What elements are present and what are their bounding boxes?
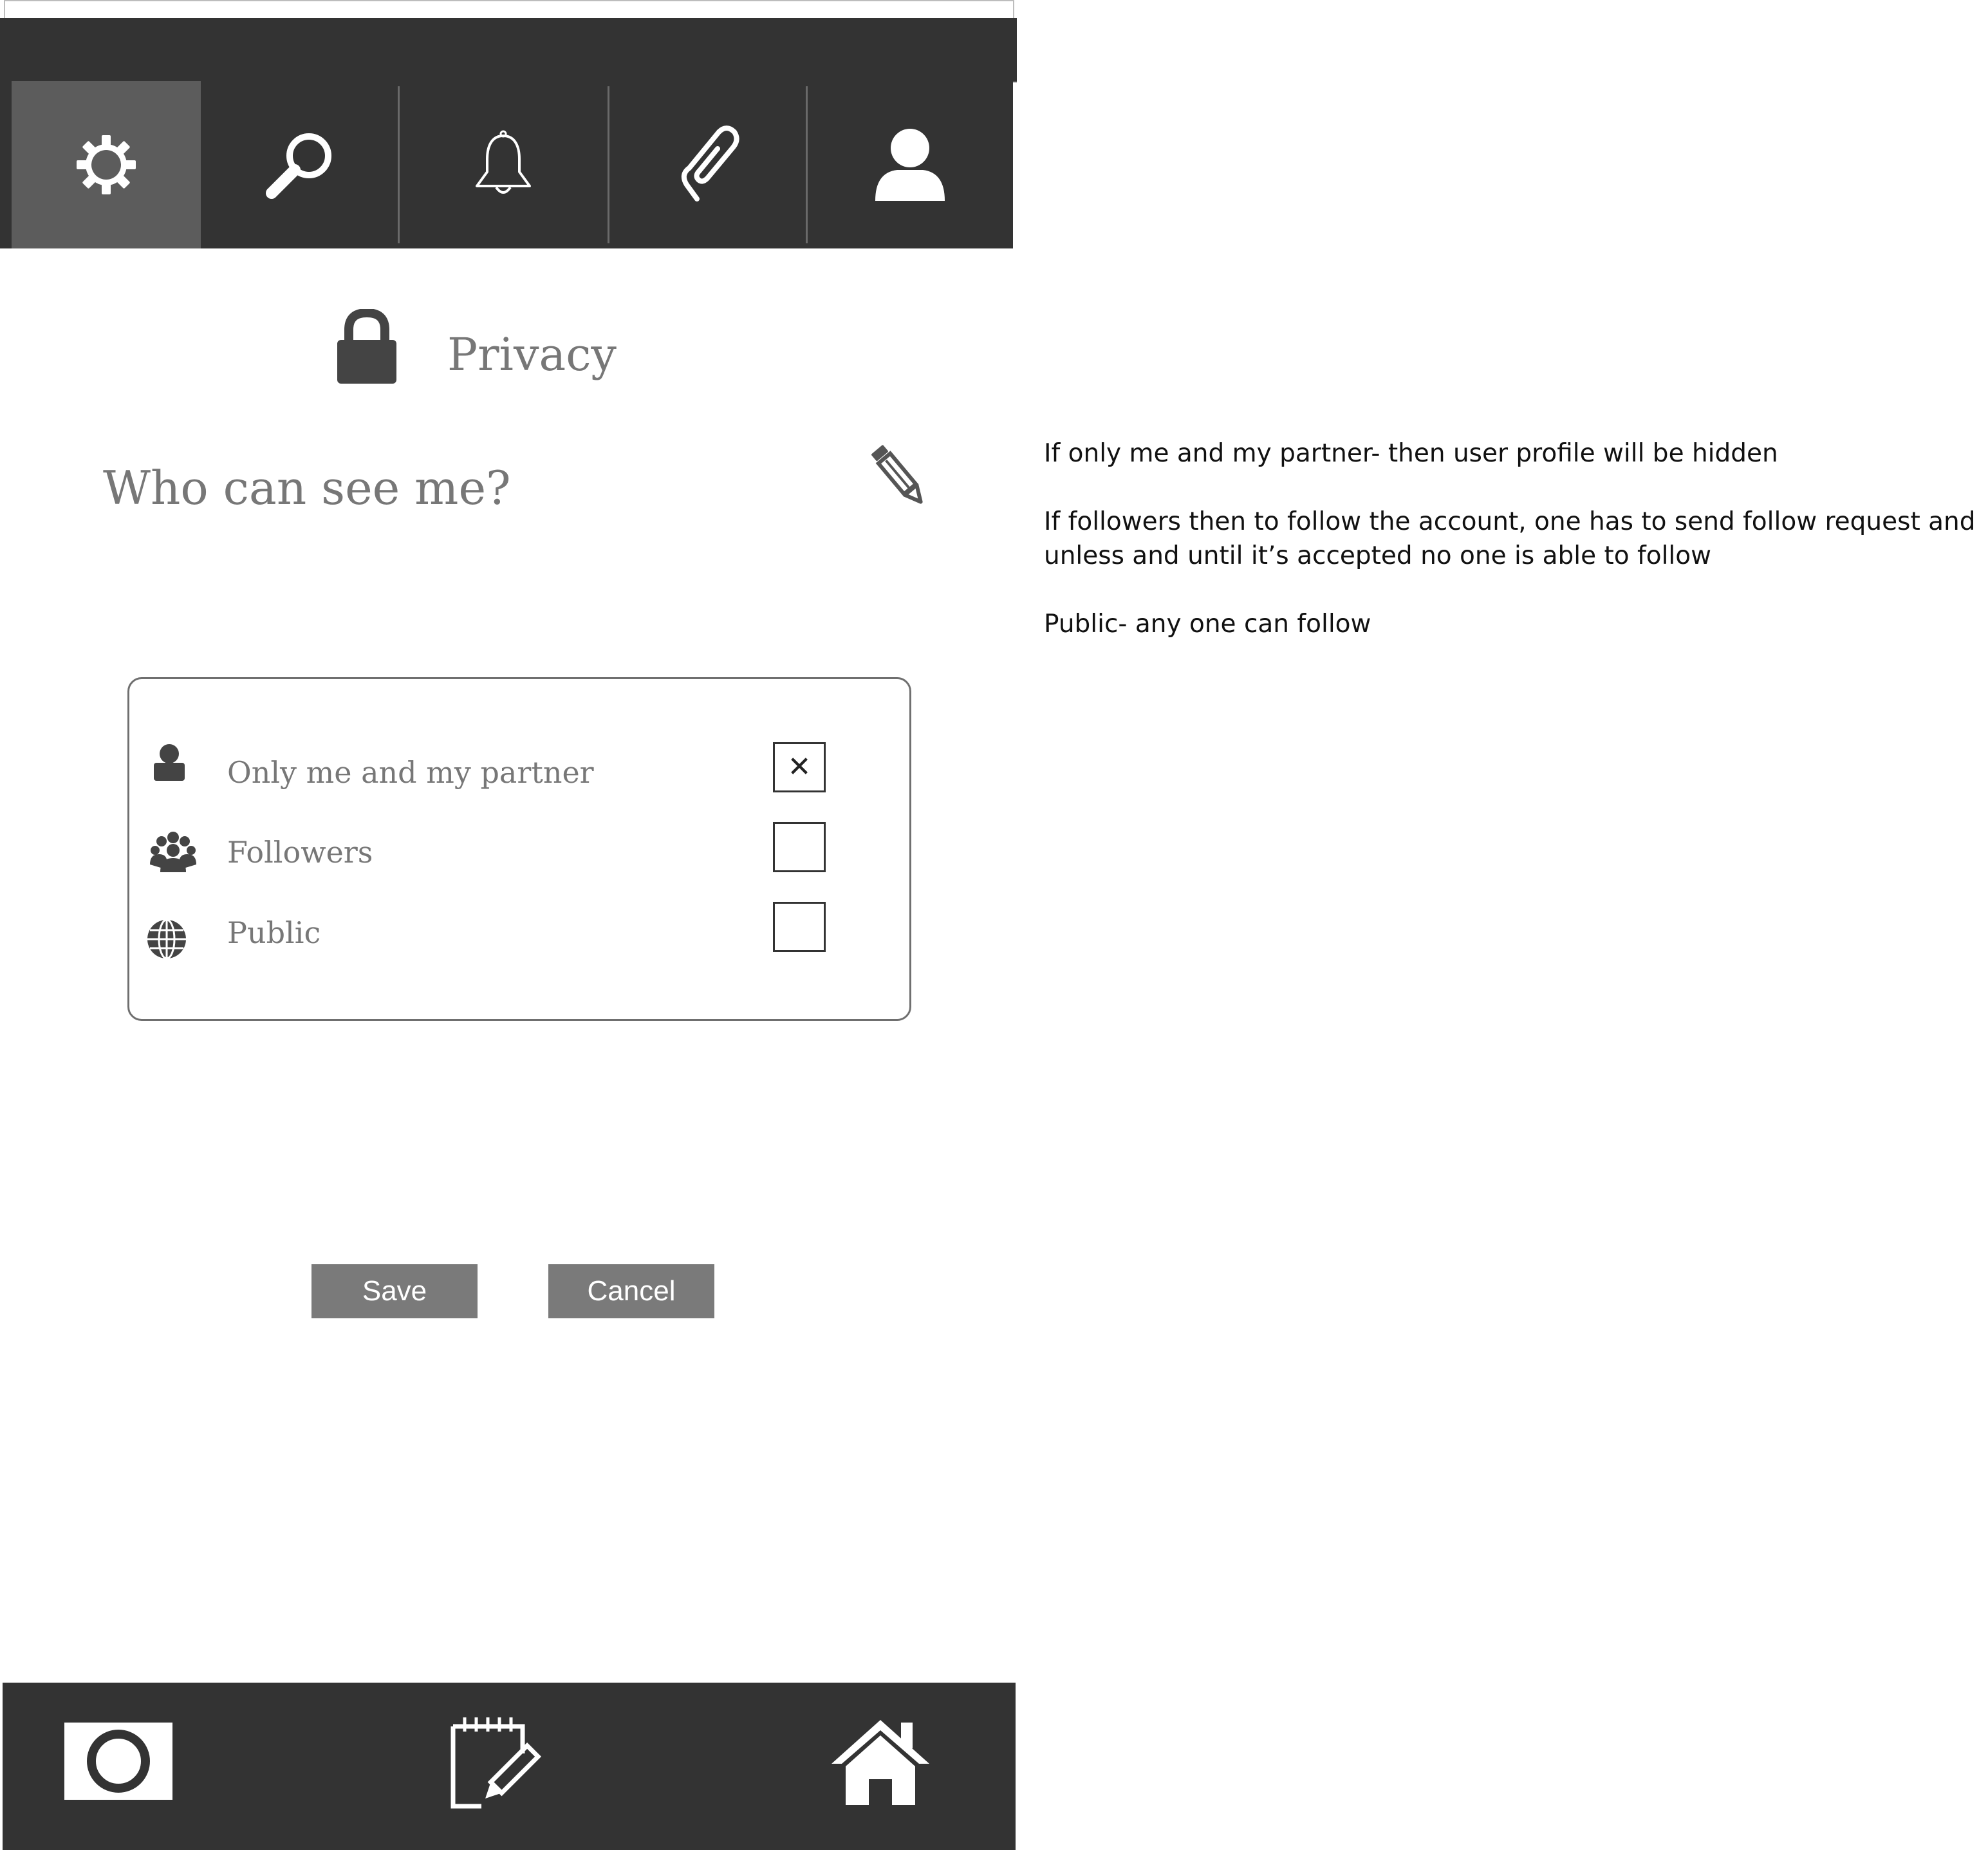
- section-title: Who can see me?: [103, 461, 511, 515]
- page-title: Privacy: [447, 328, 617, 381]
- paperclip-icon: [681, 126, 739, 201]
- person-icon: [154, 744, 185, 781]
- pencil-icon: [871, 445, 923, 504]
- save-button[interactable]: Save: [311, 1264, 478, 1318]
- group-icon: [150, 832, 196, 872]
- cancel-button[interactable]: Cancel: [548, 1264, 714, 1318]
- lock-icon: [337, 309, 396, 384]
- camera-icon: [64, 1723, 172, 1800]
- notepad-edit-icon: [451, 1717, 542, 1809]
- bell-icon: [476, 130, 531, 194]
- tab-notifications[interactable]: [400, 81, 606, 248]
- checkbox-followers[interactable]: [773, 822, 826, 872]
- bottom-nav-camera[interactable]: [64, 1723, 172, 1803]
- user-icon: [875, 129, 945, 201]
- note-followers: If followers then to follow the account,…: [1044, 507, 1976, 570]
- checkbox-only-me-partner[interactable]: ✕: [773, 742, 826, 792]
- tab-bar: [0, 81, 1013, 248]
- tab-attachments[interactable]: [610, 81, 804, 248]
- option-label: Followers: [227, 835, 373, 870]
- tab-divider: [608, 86, 609, 243]
- tab-profile[interactable]: [808, 81, 1012, 248]
- option-label: Public: [227, 915, 321, 950]
- bottom-nav-notes[interactable]: [445, 1715, 542, 1815]
- edit-button[interactable]: [869, 444, 933, 512]
- option-label: Only me and my partner: [227, 755, 594, 790]
- privacy-options-card: Only me and my partner ✕ Followers Publi…: [127, 677, 911, 1021]
- annotation-notes: If only me and my partner- then user pro…: [1044, 436, 1983, 675]
- search-icon: [266, 133, 331, 199]
- bottom-nav-bar: [3, 1683, 1016, 1850]
- note-only-me-partner: If only me and my partner- then user pro…: [1044, 439, 1778, 468]
- tab-divider: [398, 86, 400, 243]
- top-app-bar: [0, 18, 1017, 82]
- tab-search[interactable]: [206, 81, 396, 248]
- note-public: Public- any one can follow: [1044, 610, 1371, 639]
- bottom-nav-home[interactable]: [829, 1717, 932, 1811]
- gear-icon: [77, 135, 136, 194]
- home-icon: [831, 1720, 929, 1805]
- tab-divider: [806, 86, 808, 243]
- globe-icon: [147, 919, 186, 960]
- tab-settings[interactable]: [12, 81, 201, 248]
- mobile-screen: Privacy Who can see me? Only me and my p…: [0, 0, 1017, 1850]
- status-strip: [4, 0, 1014, 18]
- checkbox-public[interactable]: [773, 902, 826, 952]
